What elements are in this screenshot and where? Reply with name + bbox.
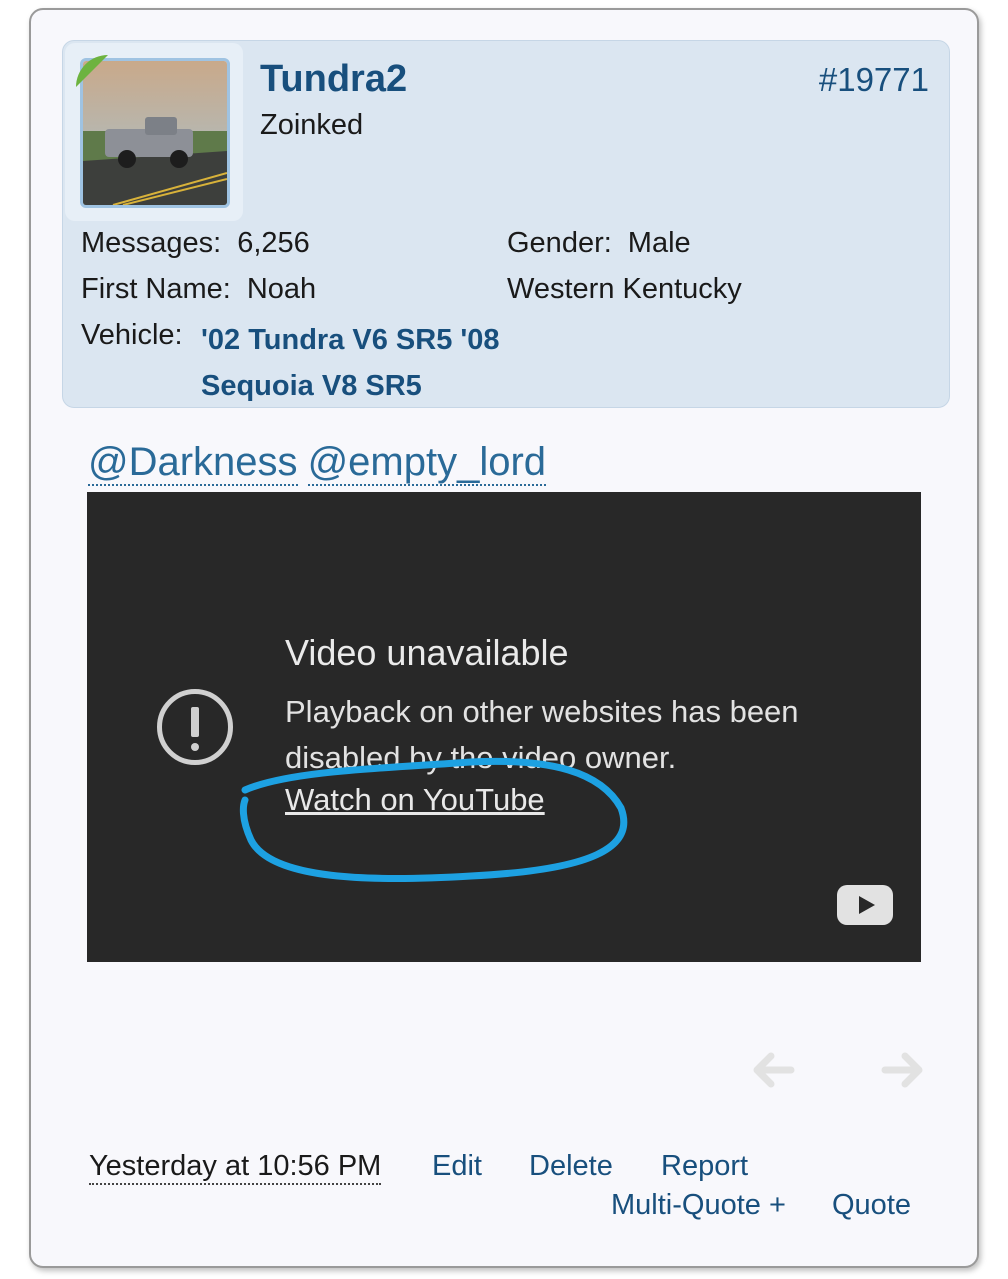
stat-first-name-label: First Name: — [81, 273, 231, 305]
avatar-container — [65, 43, 243, 221]
previous-arrow-icon[interactable] — [751, 1048, 795, 1092]
stat-messages: Messages: 6,256 — [81, 227, 310, 260]
user-info-block: Tundra2 Zoinked #19771 Messages: 6,256 Ge… — [62, 40, 950, 408]
stat-vehicle-label: Vehicle: — [81, 319, 183, 351]
avatar-image — [83, 61, 227, 205]
username[interactable]: Tundra2 — [260, 58, 407, 101]
next-arrow-icon[interactable] — [881, 1048, 925, 1092]
stat-gender: Gender: Male — [507, 227, 691, 260]
delete-button[interactable]: Delete — [529, 1150, 613, 1183]
stat-location-value: Western Kentucky — [507, 273, 742, 305]
user-title: Zoinked — [260, 109, 364, 141]
multi-quote-button[interactable]: Multi-Quote + — [611, 1189, 786, 1222]
post-card: Tundra2 Zoinked #19771 Messages: 6,256 Ge… — [29, 8, 979, 1268]
stat-location: Western Kentucky — [507, 273, 742, 306]
stat-vehicle-value[interactable]: '02 Tundra V6 SR5 '08 Sequoia V8 SR5 — [201, 317, 531, 409]
video-title: Video unavailable — [285, 632, 569, 673]
quote-button[interactable]: Quote — [832, 1189, 911, 1222]
stat-messages-label: Messages: — [81, 227, 222, 259]
stat-gender-value: Male — [627, 227, 691, 259]
mention-link[interactable]: @empty_lord — [307, 440, 547, 486]
edit-button[interactable]: Edit — [432, 1150, 482, 1183]
avatar[interactable] — [80, 58, 230, 208]
video-message: Playback on other websites has been disa… — [285, 694, 799, 775]
video-embed[interactable]: Video unavailable Playback on other webs… — [87, 492, 921, 962]
report-button[interactable]: Report — [661, 1150, 748, 1183]
stat-first-name-value: Noah — [246, 273, 317, 305]
post-mentions: @Darkness @empty_lord — [88, 440, 556, 486]
post-timestamp[interactable]: Yesterday at 10:56 PM — [89, 1150, 382, 1185]
stat-first-name: First Name: Noah — [81, 273, 316, 306]
watch-on-youtube-link[interactable]: Watch on YouTube — [285, 782, 545, 818]
mention-link[interactable]: @Darkness — [88, 440, 298, 486]
youtube-logo-icon[interactable] — [837, 885, 893, 925]
stat-messages-value: 6,256 — [237, 227, 310, 259]
stat-gender-label: Gender: — [507, 227, 612, 259]
warning-icon — [157, 689, 233, 765]
post-number[interactable]: #19771 — [819, 61, 929, 99]
